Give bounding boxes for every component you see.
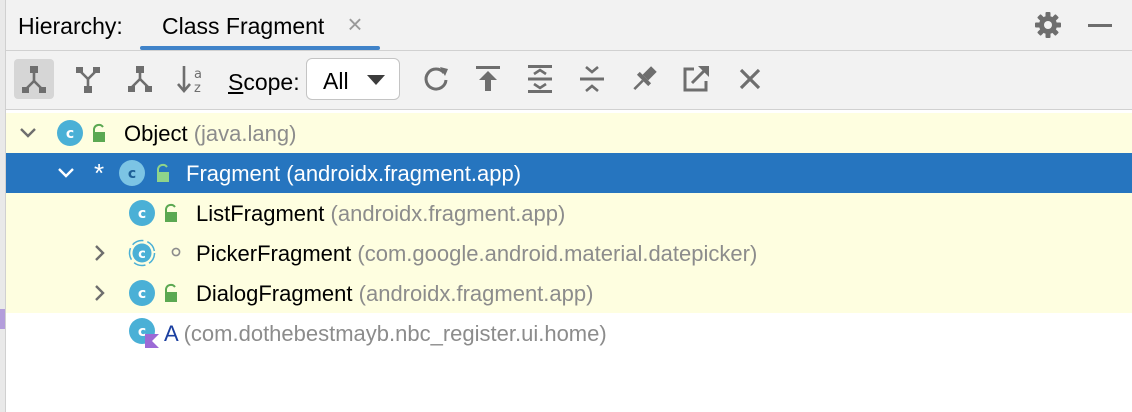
scope-label: Scope: — [228, 69, 300, 95]
lock-icon — [90, 123, 108, 143]
header-title: Hierarchy: — [18, 13, 123, 39]
svg-text:c: c — [138, 286, 146, 302]
chevron-right-icon[interactable] — [88, 241, 112, 265]
gutter-marker — [0, 309, 5, 329]
chevron-down-icon[interactable] — [16, 121, 40, 145]
tree-row-listfragment[interactable]: c ListFragment (androidx.fragment.app) — [6, 193, 1132, 233]
lock-icon — [154, 163, 172, 183]
refresh-icon — [424, 67, 448, 91]
svg-text:c: c — [138, 206, 146, 222]
pin-button[interactable] — [624, 59, 664, 99]
tree-node-label: Object (java.lang) — [124, 121, 297, 146]
current-class-marker: * — [94, 158, 105, 188]
hierarchy-tree: c Object (java.lang) * c Fragment (andro… — [6, 110, 1132, 412]
hierarchy-tool-window: Hierarchy: Class Fragment × a z Scope: A… — [0, 0, 1132, 412]
supertypes-hierarchy-button[interactable] — [68, 59, 108, 99]
tree-node-label: ListFragment (androidx.fragment.app) — [196, 201, 566, 226]
chevron-down-icon[interactable] — [54, 161, 78, 185]
lock-icon — [162, 283, 180, 303]
subtypes-hierarchy-button[interactable] — [120, 59, 160, 99]
tree-node-label: Fragment (androidx.fragment.app) — [186, 161, 522, 186]
sort-alphabetically-icon: a z — [177, 66, 202, 96]
tab-label: Class Fragment — [162, 13, 325, 39]
scope-dropdown[interactable]: All — [306, 58, 400, 100]
chevron-down-icon — [367, 75, 385, 85]
class-icon: c — [56, 119, 84, 147]
tool-window-header: Hierarchy: Class Fragment × — [6, 0, 1132, 51]
tab-close-button[interactable]: × — [342, 9, 368, 39]
svg-text:c: c — [138, 247, 146, 262]
tree-row-a[interactable]: c A (com.dothebestmayb.nbc_register.ui.h… — [6, 313, 1132, 353]
tab-class-fragment[interactable]: Class Fragment × — [140, 0, 380, 50]
tree-row-fragment[interactable]: * c Fragment (androidx.fragment.app) — [6, 153, 1132, 193]
close-icon — [739, 68, 761, 90]
tree-node-label: A (com.dothebestmayb.nbc_register.ui.hom… — [164, 321, 607, 346]
open-in-new-icon — [683, 66, 709, 92]
tab-active-indicator — [140, 46, 380, 50]
lock-icon — [162, 203, 180, 223]
tree-row-pickerfragment[interactable]: c PickerFragment (com.google.android.mat… — [6, 233, 1132, 273]
type-hierarchy-button[interactable] — [14, 59, 54, 99]
class-icon: c — [118, 159, 146, 187]
tree-row-dialogfragment[interactable]: c DialogFragment (androidx.fragment.app) — [6, 273, 1132, 313]
svg-text:c: c — [138, 324, 146, 340]
pin-icon — [633, 66, 657, 91]
svg-text:c: c — [66, 126, 74, 142]
chevron-right-icon[interactable] — [88, 281, 112, 305]
export-button[interactable] — [468, 59, 508, 99]
svg-text:z: z — [194, 81, 201, 96]
abstract-class-icon: c — [128, 239, 156, 267]
class-icon: c — [128, 279, 156, 307]
open-in-new-button[interactable] — [676, 59, 716, 99]
tree-node-label: DialogFragment (androidx.fragment.app) — [196, 281, 594, 306]
hierarchy-toolbar: a z Scope: All — [6, 51, 1132, 110]
tree-row-object[interactable]: c Object (java.lang) — [6, 113, 1132, 153]
svg-text:c: c — [128, 166, 136, 182]
subtypes-hierarchy-icon — [128, 66, 152, 92]
gear-icon — [1035, 12, 1061, 38]
settings-button[interactable] — [1032, 9, 1064, 41]
export-icon — [476, 66, 500, 91]
supertypes-hierarchy-icon — [76, 67, 100, 93]
collapse-all-button[interactable] — [572, 59, 612, 99]
refresh-button[interactable] — [416, 59, 456, 99]
class-icon: c — [128, 199, 156, 227]
collapse-all-icon — [580, 66, 604, 92]
expand-all-button[interactable] — [520, 59, 560, 99]
kotlin-class-icon: c — [128, 317, 160, 349]
expand-all-icon — [528, 65, 552, 93]
package-private-icon — [170, 246, 182, 258]
tree-node-label: PickerFragment (com.google.android.mater… — [196, 241, 758, 266]
sort-alphabetically-button[interactable]: a z — [172, 59, 212, 99]
type-hierarchy-icon — [22, 66, 46, 93]
minimize-icon — [1088, 24, 1112, 27]
minimize-button[interactable] — [1084, 9, 1116, 41]
close-button[interactable] — [730, 59, 770, 99]
scope-value: All — [323, 68, 349, 94]
svg-text:a: a — [194, 67, 202, 82]
